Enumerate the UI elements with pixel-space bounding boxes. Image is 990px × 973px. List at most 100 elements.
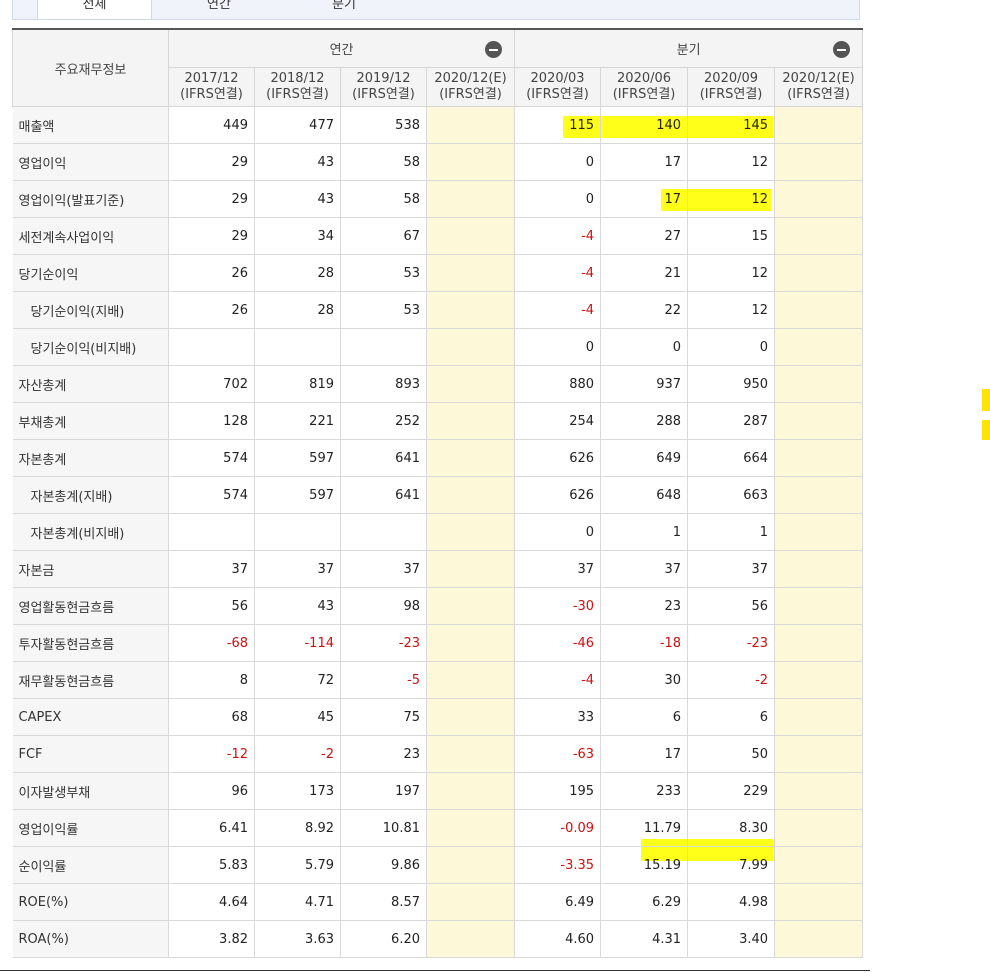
row-label[interactable]: ROA(%) bbox=[12, 920, 169, 958]
table-cell: 664 bbox=[687, 439, 776, 477]
row-label[interactable]: 자본총계(비지배) bbox=[12, 513, 169, 551]
cell-value: 8.92 bbox=[305, 820, 334, 836]
cell-value: 9.86 bbox=[391, 857, 420, 873]
table-cell: 58 bbox=[340, 143, 427, 181]
table-cell: 0 bbox=[687, 328, 776, 366]
table-cell: 287 bbox=[687, 402, 776, 440]
cell-value: 287 bbox=[743, 413, 769, 429]
table-cell: 43 bbox=[254, 143, 341, 181]
table-cell: -68 bbox=[168, 624, 255, 662]
table-cell: 140 bbox=[600, 106, 689, 144]
table-cell: 1 bbox=[600, 513, 689, 551]
cell-value: 23 bbox=[403, 746, 420, 762]
table-cell: 26 bbox=[168, 291, 255, 329]
table-cell bbox=[340, 513, 427, 551]
cell-value: 67 bbox=[403, 228, 420, 244]
cell-value: 12 bbox=[751, 302, 769, 318]
table-cell: 1 bbox=[687, 513, 776, 551]
cell-value: 98 bbox=[403, 598, 420, 614]
table-row: 매출액 449 477 538 115 140 145 bbox=[12, 106, 864, 144]
table-cell: 8.57 bbox=[340, 883, 427, 921]
row-label[interactable]: 부채총계 bbox=[12, 402, 169, 440]
table-cell: 37 bbox=[168, 550, 255, 588]
table-cell bbox=[774, 661, 864, 699]
table-cell bbox=[426, 106, 516, 144]
row-label[interactable]: 영업이익률 bbox=[12, 809, 169, 847]
table-cell: 649 bbox=[600, 439, 689, 477]
row-label[interactable]: 이자발생부채 bbox=[12, 772, 169, 810]
cell-value: -46 bbox=[572, 635, 595, 651]
table-cell bbox=[168, 328, 255, 366]
row-label[interactable]: 당기순이익(비지배) bbox=[12, 328, 169, 366]
period-basis: (IFRS연결) bbox=[180, 87, 243, 102]
collapse-annual-icon[interactable] bbox=[485, 41, 503, 58]
row-label[interactable]: CAPEX bbox=[12, 698, 169, 736]
row-label[interactable]: 투자활동현금흐름 bbox=[12, 624, 169, 662]
row-label[interactable]: 세전계속사업이익 bbox=[12, 217, 169, 255]
table-cell bbox=[426, 846, 516, 884]
scroll-marker bbox=[982, 420, 990, 440]
row-label[interactable]: 자본총계(지배) bbox=[12, 476, 169, 514]
collapse-quarter-icon[interactable] bbox=[833, 41, 851, 58]
table-cell bbox=[774, 513, 864, 551]
cell-value: 34 bbox=[317, 228, 334, 244]
cell-value: 197 bbox=[395, 783, 420, 799]
table-cell bbox=[426, 772, 516, 810]
row-label[interactable]: 영업이익(발표기준) bbox=[12, 180, 169, 218]
cell-value: 893 bbox=[395, 376, 420, 392]
table-cell bbox=[340, 328, 427, 366]
table-cell: 9.86 bbox=[340, 846, 427, 884]
cell-value: 0 bbox=[585, 524, 595, 540]
table-cell: 0 bbox=[514, 328, 602, 366]
row-label[interactable]: FCF bbox=[12, 735, 169, 773]
cell-value: -63 bbox=[572, 746, 595, 762]
cell-value: 43 bbox=[317, 154, 334, 170]
table-cell: 254 bbox=[514, 402, 602, 440]
cell-value: 664 bbox=[743, 450, 769, 466]
table-cell: -3.35 bbox=[514, 846, 602, 884]
table-cell: 28 bbox=[254, 254, 341, 292]
row-label[interactable]: 매출액 bbox=[12, 106, 169, 144]
table-row: 재무활동현금흐름 8 72 -5 -4 30 -2 bbox=[12, 661, 864, 699]
period-header: 2020/03 (IFRS연결) bbox=[514, 67, 602, 107]
cell-value: 17 bbox=[664, 191, 682, 207]
row-label[interactable]: 재무활동현금흐름 bbox=[12, 661, 169, 699]
table-cell: 23 bbox=[340, 735, 427, 773]
table-row: 당기순이익(비지배) 0 0 0 bbox=[12, 328, 864, 366]
table-cell: 11.79 bbox=[600, 809, 689, 847]
row-label[interactable]: 영업이익 bbox=[12, 143, 169, 181]
header-quarter-group: 분기 bbox=[514, 28, 864, 68]
table-cell: 6 bbox=[600, 698, 689, 736]
row-label[interactable]: 자산총계 bbox=[12, 365, 169, 403]
row-label[interactable]: 자본총계 bbox=[12, 439, 169, 477]
table-cell bbox=[774, 772, 864, 810]
table-row: 자본총계(지배) 574 597 641 626 648 663 bbox=[12, 476, 864, 514]
cell-value: 29 bbox=[231, 191, 248, 207]
tab-quarter[interactable]: 분기 bbox=[288, 0, 400, 19]
table-cell: 574 bbox=[168, 476, 255, 514]
table-cell: -4 bbox=[514, 291, 602, 329]
cell-value: -12 bbox=[226, 746, 248, 762]
table-cell: 449 bbox=[168, 106, 255, 144]
cell-value: -3.35 bbox=[560, 857, 595, 873]
table-cell bbox=[254, 328, 341, 366]
cell-value: 641 bbox=[395, 450, 420, 466]
row-label[interactable]: 순이익률 bbox=[12, 846, 169, 884]
table-cell: 56 bbox=[687, 587, 776, 625]
cell-value: 0 bbox=[672, 339, 682, 355]
tab-all[interactable]: 전체 bbox=[37, 0, 152, 19]
tab-annual[interactable]: 연간 bbox=[163, 0, 275, 19]
row-label[interactable]: ROE(%) bbox=[12, 883, 169, 921]
row-label[interactable]: 당기순이익(지배) bbox=[12, 291, 169, 329]
row-label[interactable]: 자본금 bbox=[12, 550, 169, 588]
row-label[interactable]: 당기순이익 bbox=[12, 254, 169, 292]
table-cell: 29 bbox=[168, 217, 255, 255]
row-label[interactable]: 영업활동현금흐름 bbox=[12, 587, 169, 625]
table-cell: 4.71 bbox=[254, 883, 341, 921]
table-cell: 597 bbox=[254, 476, 341, 514]
cell-value: 4.98 bbox=[739, 894, 769, 910]
cell-value: -2 bbox=[321, 746, 334, 762]
table-cell bbox=[426, 661, 516, 699]
cell-value: 819 bbox=[309, 376, 334, 392]
table-cell: 53 bbox=[340, 291, 427, 329]
